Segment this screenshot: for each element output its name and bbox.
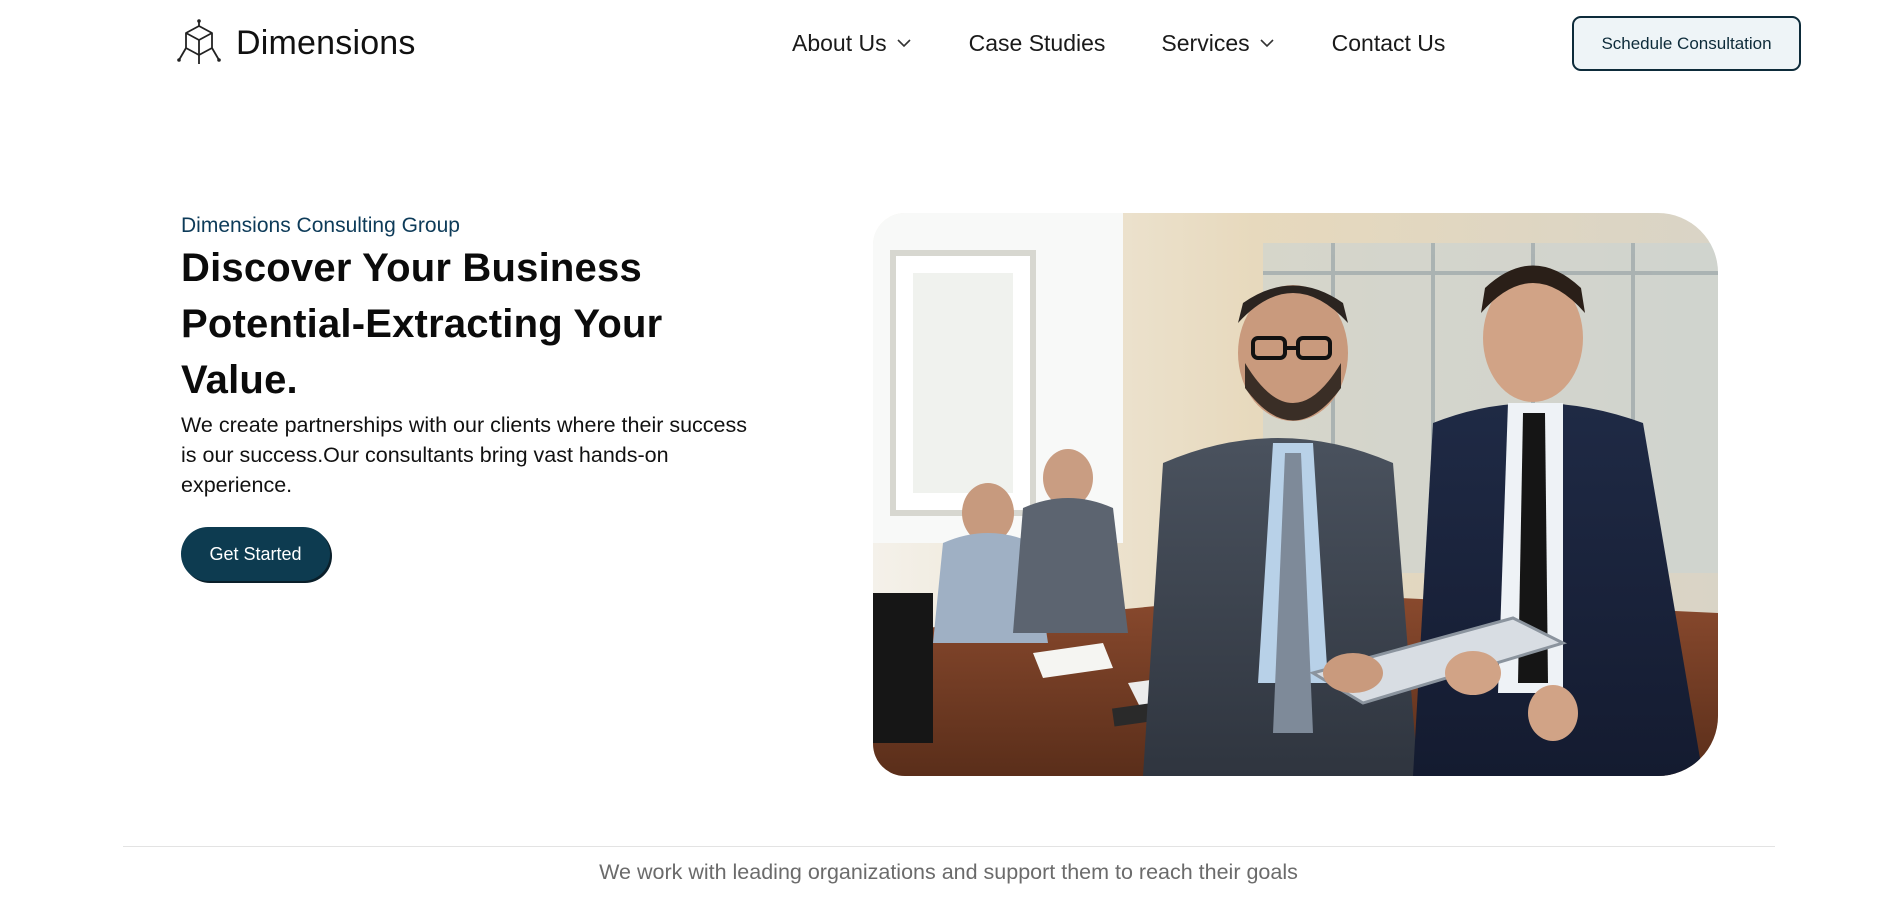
brand[interactable]: Dimensions bbox=[174, 18, 416, 68]
hero-image bbox=[873, 213, 1718, 776]
hero-description: We create partnerships with our clients … bbox=[181, 413, 748, 497]
page: Dimensions About Us Case Studies Service… bbox=[0, 0, 1897, 906]
section-divider bbox=[123, 846, 1775, 847]
nav-about-us[interactable]: About Us bbox=[792, 30, 913, 57]
business-meeting-photo bbox=[873, 213, 1718, 776]
hero-eyebrow: Dimensions Consulting Group bbox=[181, 214, 460, 237]
chevron-down-icon bbox=[1260, 39, 1274, 48]
main-nav: About Us Case Studies Services Contact U… bbox=[792, 26, 1445, 60]
nav-case-studies[interactable]: Case Studies bbox=[969, 30, 1106, 57]
hero-headline: Discover Your Business Potential-Extract… bbox=[181, 246, 663, 402]
clients-tagline: We work with leading organizations and s… bbox=[599, 860, 1298, 884]
nav-contact-us[interactable]: Contact Us bbox=[1332, 30, 1446, 57]
nav-services[interactable]: Services bbox=[1161, 30, 1275, 57]
cube-network-icon bbox=[177, 19, 221, 64]
nav-label: Case Studies bbox=[968, 29, 1106, 56]
chevron-down-icon bbox=[897, 39, 911, 48]
nav-label: Contact Us bbox=[1331, 29, 1446, 56]
site-header: Dimensions About Us Case Studies Service… bbox=[0, 0, 1897, 86]
schedule-consultation-button[interactable]: Schedule Consultation bbox=[1572, 16, 1801, 71]
nav-label: Services bbox=[1161, 29, 1250, 56]
get-started-button[interactable]: Get Started bbox=[181, 527, 330, 581]
nav-label: About Us bbox=[792, 29, 887, 56]
brand-name: Dimensions bbox=[236, 23, 416, 62]
